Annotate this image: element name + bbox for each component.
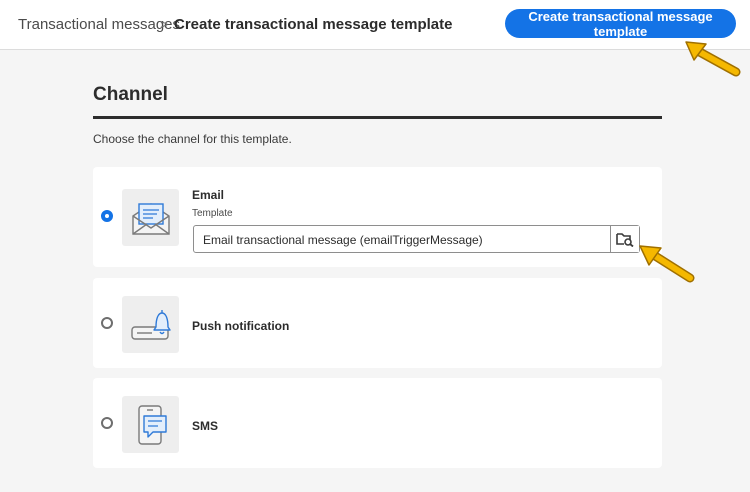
top-bar: Transactional messages > Create transact… [0, 0, 750, 50]
radio-email[interactable] [101, 210, 113, 222]
channel-card-sms[interactable]: SMS [93, 378, 662, 468]
page-title: Create transactional message template [174, 16, 453, 33]
radio-sms[interactable] [101, 417, 113, 429]
annotation-arrow-icon [685, 41, 741, 77]
radio-push[interactable] [101, 317, 113, 329]
breadcrumb-separator: > [160, 16, 169, 32]
push-bell-icon [122, 296, 179, 353]
channel-card-push[interactable]: Push notification [93, 278, 662, 368]
template-field-value[interactable]: Email transactional message (emailTrigge… [203, 233, 483, 247]
breadcrumb-root[interactable]: Transactional messages [18, 16, 180, 33]
sms-phone-icon [122, 396, 179, 453]
create-template-button[interactable]: Create transactional message template [505, 9, 736, 39]
section-title: Channel [93, 84, 168, 105]
channel-label-push: Push notification [192, 319, 290, 333]
channel-label-sms: SMS [192, 419, 219, 433]
channel-label-email: Email [192, 188, 225, 202]
channel-card-email[interactable]: Email Template Email transactional messa… [93, 167, 662, 267]
section-divider [93, 116, 662, 119]
email-envelope-icon [122, 189, 179, 246]
template-field[interactable]: Email transactional message (emailTrigge… [193, 225, 640, 253]
template-field-label: Template [192, 208, 233, 219]
section-description: Choose the channel for this template. [93, 132, 292, 146]
